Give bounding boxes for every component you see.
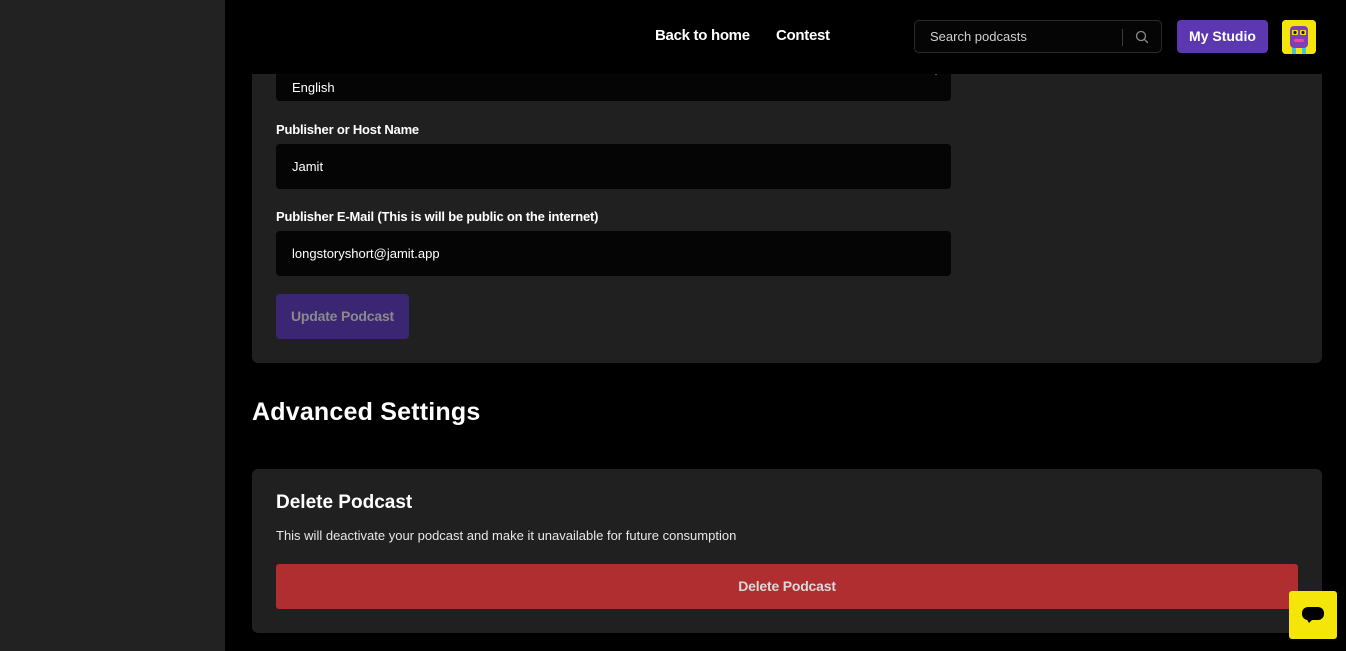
publisher-name-label: Publisher or Host Name xyxy=(276,122,419,137)
chat-bubble-tail xyxy=(1306,618,1314,623)
search-icon[interactable] xyxy=(1134,29,1150,45)
publisher-email-label: Publisher E-Mail (This is will be public… xyxy=(276,209,599,224)
podcast-details-card: English Publisher or Host Name Publisher… xyxy=(252,56,1322,363)
left-sidebar xyxy=(0,0,225,651)
delete-podcast-card: Delete Podcast This will deactivate your… xyxy=(252,469,1322,633)
update-podcast-button[interactable]: Update Podcast xyxy=(276,294,409,339)
publisher-name-field[interactable] xyxy=(276,144,951,189)
delete-podcast-title: Delete Podcast xyxy=(276,492,413,513)
nav-back-to-home-link[interactable]: Back to home xyxy=(655,27,750,44)
chat-support-button[interactable] xyxy=(1289,591,1337,639)
search-input[interactable] xyxy=(915,21,1121,52)
search-box xyxy=(914,20,1162,53)
delete-podcast-description: This will deactivate your podcast and ma… xyxy=(276,528,737,543)
my-studio-button[interactable]: My Studio xyxy=(1177,20,1268,53)
publisher-email-field[interactable] xyxy=(276,231,951,276)
language-select-value: English xyxy=(292,80,335,95)
top-nav-bar: Back to home Contest My Studio xyxy=(225,0,1346,74)
avatar-character-icon xyxy=(1282,20,1316,54)
nav-contest-link[interactable]: Contest xyxy=(776,27,830,44)
search-divider xyxy=(1122,29,1123,46)
user-avatar[interactable] xyxy=(1282,20,1316,54)
advanced-settings-heading: Advanced Settings xyxy=(252,398,481,426)
delete-podcast-button[interactable]: Delete Podcast xyxy=(276,564,1298,609)
